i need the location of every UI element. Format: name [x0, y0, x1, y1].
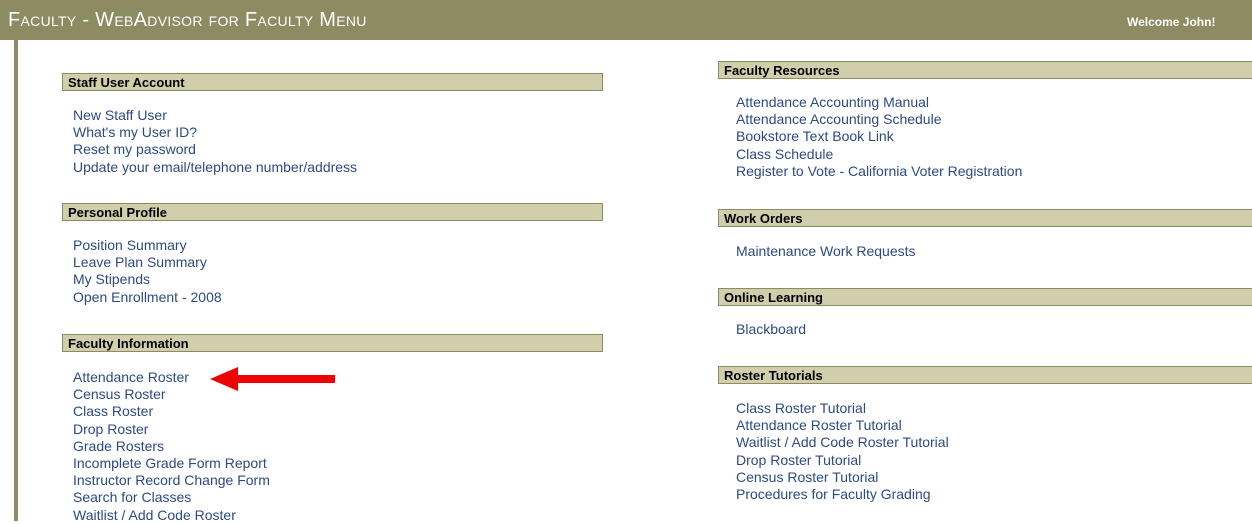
- section-title: Personal Profile: [68, 205, 167, 220]
- link-attendance-roster[interactable]: Attendance Roster: [73, 369, 189, 385]
- link-position-summary[interactable]: Position Summary: [73, 237, 187, 253]
- link-class-roster[interactable]: Class Roster: [73, 403, 153, 419]
- online-learning-links: Blackboard: [736, 321, 806, 338]
- red-arrow-icon: [210, 367, 335, 391]
- section-roster-tutorials: Roster Tutorials: [718, 366, 1252, 384]
- staff-user-account-links: New Staff User What's my User ID? Reset …: [73, 107, 357, 176]
- section-faculty-information: Faculty Information: [62, 334, 603, 352]
- link-register-to-vote[interactable]: Register to Vote - California Voter Regi…: [736, 163, 1022, 179]
- link-attendance-roster-tutorial[interactable]: Attendance Roster Tutorial: [736, 417, 902, 433]
- link-my-stipends[interactable]: My Stipends: [73, 271, 150, 287]
- link-incomplete-grade-form[interactable]: Incomplete Grade Form Report: [73, 455, 267, 471]
- section-staff-user-account: Staff User Account: [62, 73, 603, 91]
- section-work-orders: Work Orders: [718, 209, 1252, 227]
- faculty-information-links: Attendance Roster Census Roster Class Ro…: [73, 369, 270, 524]
- section-title: Online Learning: [724, 290, 823, 305]
- section-title: Staff User Account: [68, 75, 185, 90]
- section-personal-profile: Personal Profile: [62, 203, 603, 221]
- section-title: Roster Tutorials: [724, 368, 823, 383]
- link-search-for-classes[interactable]: Search for Classes: [73, 489, 191, 505]
- link-attendance-accounting-manual[interactable]: Attendance Accounting Manual: [736, 94, 929, 110]
- left-border: [14, 40, 18, 521]
- link-leave-plan-summary[interactable]: Leave Plan Summary: [73, 254, 207, 270]
- link-reset-password[interactable]: Reset my password: [73, 141, 196, 157]
- link-drop-roster-tutorial[interactable]: Drop Roster Tutorial: [736, 452, 861, 468]
- link-grade-rosters[interactable]: Grade Rosters: [73, 438, 164, 454]
- link-waitlist-add-code-roster-tutorial[interactable]: Waitlist / Add Code Roster Tutorial: [736, 434, 949, 450]
- faculty-resources-links: Attendance Accounting Manual Attendance …: [736, 94, 1022, 180]
- link-class-roster-tutorial[interactable]: Class Roster Tutorial: [736, 400, 866, 416]
- arrow-shape: [210, 367, 335, 391]
- section-online-learning: Online Learning: [718, 288, 1252, 306]
- link-update-contact-info[interactable]: Update your email/telephone number/addre…: [73, 159, 357, 175]
- link-new-staff-user[interactable]: New Staff User: [73, 107, 167, 123]
- link-maintenance-work-requests[interactable]: Maintenance Work Requests: [736, 243, 916, 259]
- page-title: Faculty - WebAdvisor for Faculty Menu: [8, 9, 367, 31]
- page-header: Faculty - WebAdvisor for Faculty Menu We…: [0, 0, 1252, 40]
- link-class-schedule[interactable]: Class Schedule: [736, 146, 833, 162]
- section-title: Faculty Information: [68, 336, 189, 351]
- link-attendance-accounting-schedule[interactable]: Attendance Accounting Schedule: [736, 111, 942, 127]
- roster-tutorials-links: Class Roster Tutorial Attendance Roster …: [736, 400, 949, 503]
- section-title: Work Orders: [724, 211, 803, 226]
- link-waitlist-add-code-roster[interactable]: Waitlist / Add Code Roster: [73, 507, 236, 523]
- link-blackboard[interactable]: Blackboard: [736, 321, 806, 337]
- section-faculty-resources: Faculty Resources: [718, 61, 1252, 79]
- link-procedures-faculty-grading[interactable]: Procedures for Faculty Grading: [736, 486, 931, 502]
- link-drop-roster[interactable]: Drop Roster: [73, 421, 148, 437]
- link-open-enrollment[interactable]: Open Enrollment - 2008: [73, 289, 222, 305]
- personal-profile-links: Position Summary Leave Plan Summary My S…: [73, 237, 222, 306]
- work-orders-links: Maintenance Work Requests: [736, 243, 916, 260]
- link-whats-my-user-id[interactable]: What's my User ID?: [73, 124, 197, 140]
- link-bookstore-text-book[interactable]: Bookstore Text Book Link: [736, 128, 894, 144]
- link-census-roster[interactable]: Census Roster: [73, 386, 166, 402]
- link-census-roster-tutorial[interactable]: Census Roster Tutorial: [736, 469, 878, 485]
- link-instructor-record-change[interactable]: Instructor Record Change Form: [73, 472, 270, 488]
- welcome-message: Welcome John!: [1127, 15, 1216, 29]
- section-title: Faculty Resources: [724, 63, 840, 78]
